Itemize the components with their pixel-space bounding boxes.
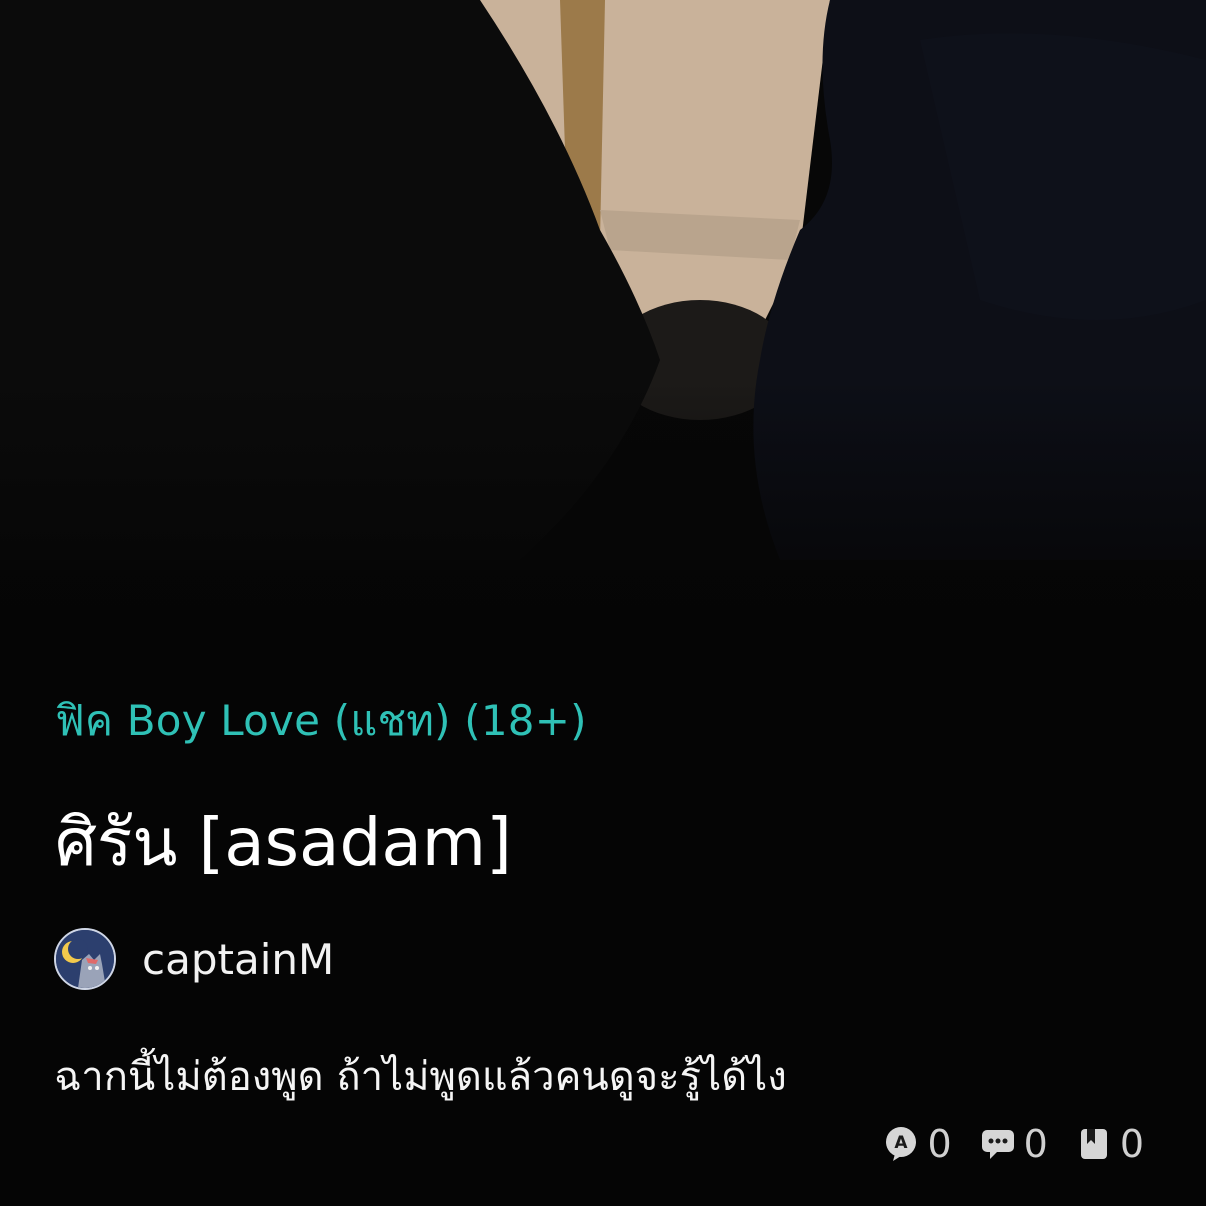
comment-icon bbox=[981, 1130, 1014, 1159]
story-stats: A 0 0 0 bbox=[883, 1124, 1144, 1164]
views-count: 0 bbox=[927, 1122, 952, 1166]
stat-views: A 0 bbox=[883, 1122, 952, 1166]
author-row[interactable]: captainM bbox=[54, 928, 334, 990]
story-title[interactable]: ศิรัน [asadam] bbox=[55, 790, 512, 895]
svg-text:A: A bbox=[895, 1133, 909, 1153]
author-avatar[interactable] bbox=[54, 928, 116, 990]
bookmark-icon bbox=[1080, 1129, 1107, 1159]
stat-bookmarks: 0 bbox=[1076, 1124, 1144, 1164]
story-description: ฉากนี้ไม่ต้องพูด ถ้าไม่พูดแล้วคนดูจะรู้ไ… bbox=[54, 1054, 787, 1100]
author-name[interactable]: captainM bbox=[142, 935, 334, 984]
stat-comments: 0 bbox=[980, 1124, 1048, 1164]
bookmarks-count: 0 bbox=[1119, 1122, 1144, 1166]
comments-count: 0 bbox=[1023, 1122, 1048, 1166]
story-category[interactable]: ฟิค Boy Love (แชท) (18+) bbox=[55, 688, 587, 754]
cover-image bbox=[0, 0, 1206, 620]
read-icon: A bbox=[886, 1127, 917, 1161]
